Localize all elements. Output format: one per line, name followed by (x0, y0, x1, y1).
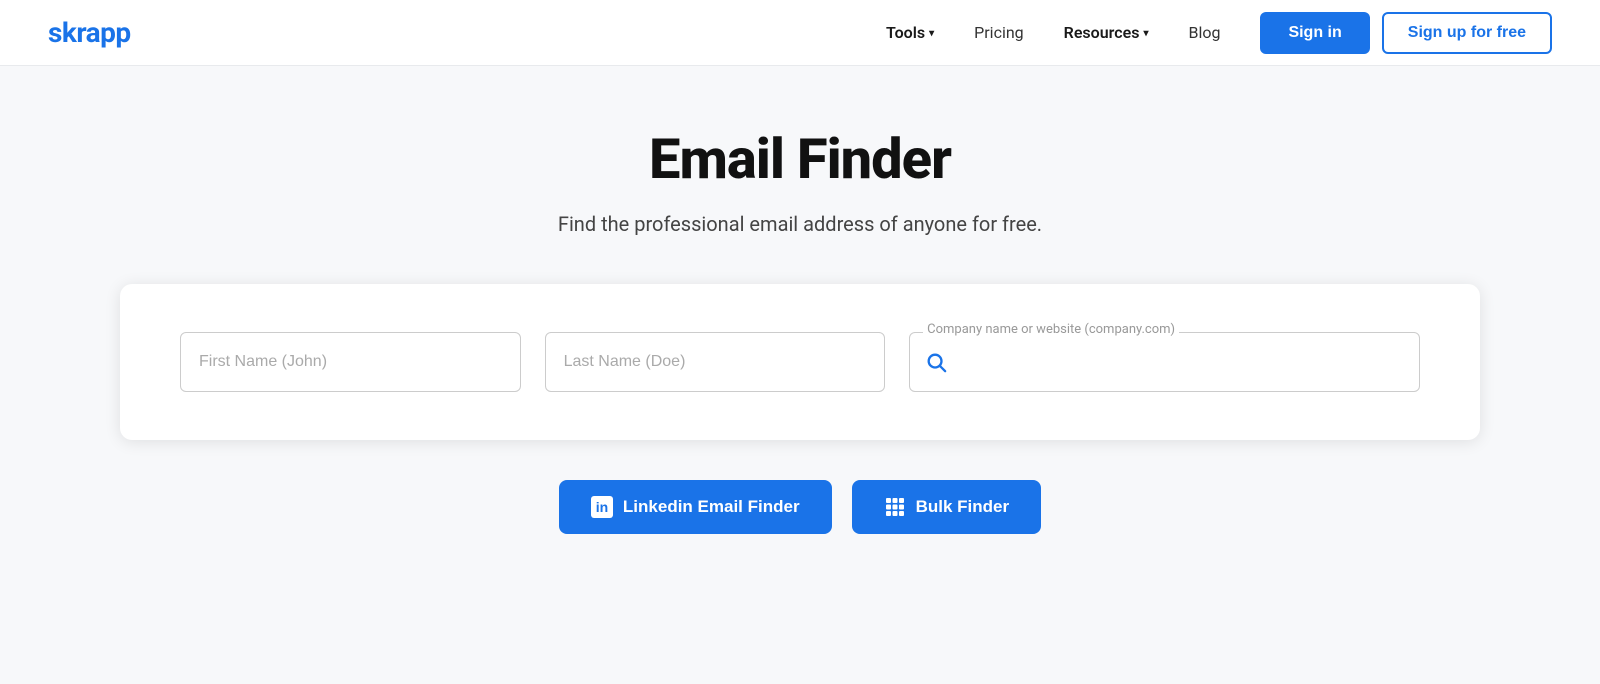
company-field-label: Company name or website (company.com) (923, 322, 1179, 337)
linkedin-finder-label: Linkedin Email Finder (623, 497, 800, 517)
nav-resources-label: Resources (1064, 23, 1140, 42)
last-name-field (545, 332, 886, 392)
linkedin-finder-button[interactable]: in Linkedin Email Finder (559, 480, 832, 534)
main-nav: Tools ▾ Pricing Resources ▾ Blog Sign in… (870, 12, 1552, 54)
nav-blog[interactable]: Blog (1172, 15, 1236, 50)
nav-resources[interactable]: Resources ▾ (1048, 15, 1165, 50)
nav-tools-label: Tools (886, 23, 925, 42)
search-icon (925, 351, 947, 373)
signup-button[interactable]: Sign up for free (1382, 12, 1552, 54)
page-title: Email Finder (649, 126, 951, 192)
signin-button[interactable]: Sign in (1260, 12, 1369, 54)
header: skrapp Tools ▾ Pricing Resources ▾ Blog … (0, 0, 1600, 66)
nav-pricing-label: Pricing (974, 23, 1024, 42)
search-card: Company name or website (company.com) (120, 284, 1480, 440)
logo[interactable]: skrapp (48, 16, 131, 49)
chevron-down-icon: ▾ (929, 28, 934, 39)
nav-buttons: Sign in Sign up for free (1260, 12, 1552, 54)
bottom-buttons: in Linkedin Email Finder Bulk Finder (559, 480, 1041, 534)
bulk-icon (884, 496, 906, 518)
company-input[interactable] (909, 332, 1420, 392)
nav-tools[interactable]: Tools ▾ (870, 15, 950, 50)
first-name-field (180, 332, 521, 392)
bulk-finder-label: Bulk Finder (916, 497, 1010, 517)
last-name-input[interactable] (545, 332, 886, 392)
first-name-input[interactable] (180, 332, 521, 392)
bulk-finder-button[interactable]: Bulk Finder (852, 480, 1042, 534)
nav-blog-label: Blog (1188, 23, 1220, 42)
linkedin-icon: in (591, 496, 613, 518)
chevron-down-icon-resources: ▾ (1143, 28, 1148, 39)
company-field: Company name or website (company.com) (909, 332, 1420, 392)
nav-pricing[interactable]: Pricing (958, 15, 1040, 50)
page-subtitle: Find the professional email address of a… (558, 212, 1042, 236)
main-content: Email Finder Find the professional email… (0, 66, 1600, 534)
